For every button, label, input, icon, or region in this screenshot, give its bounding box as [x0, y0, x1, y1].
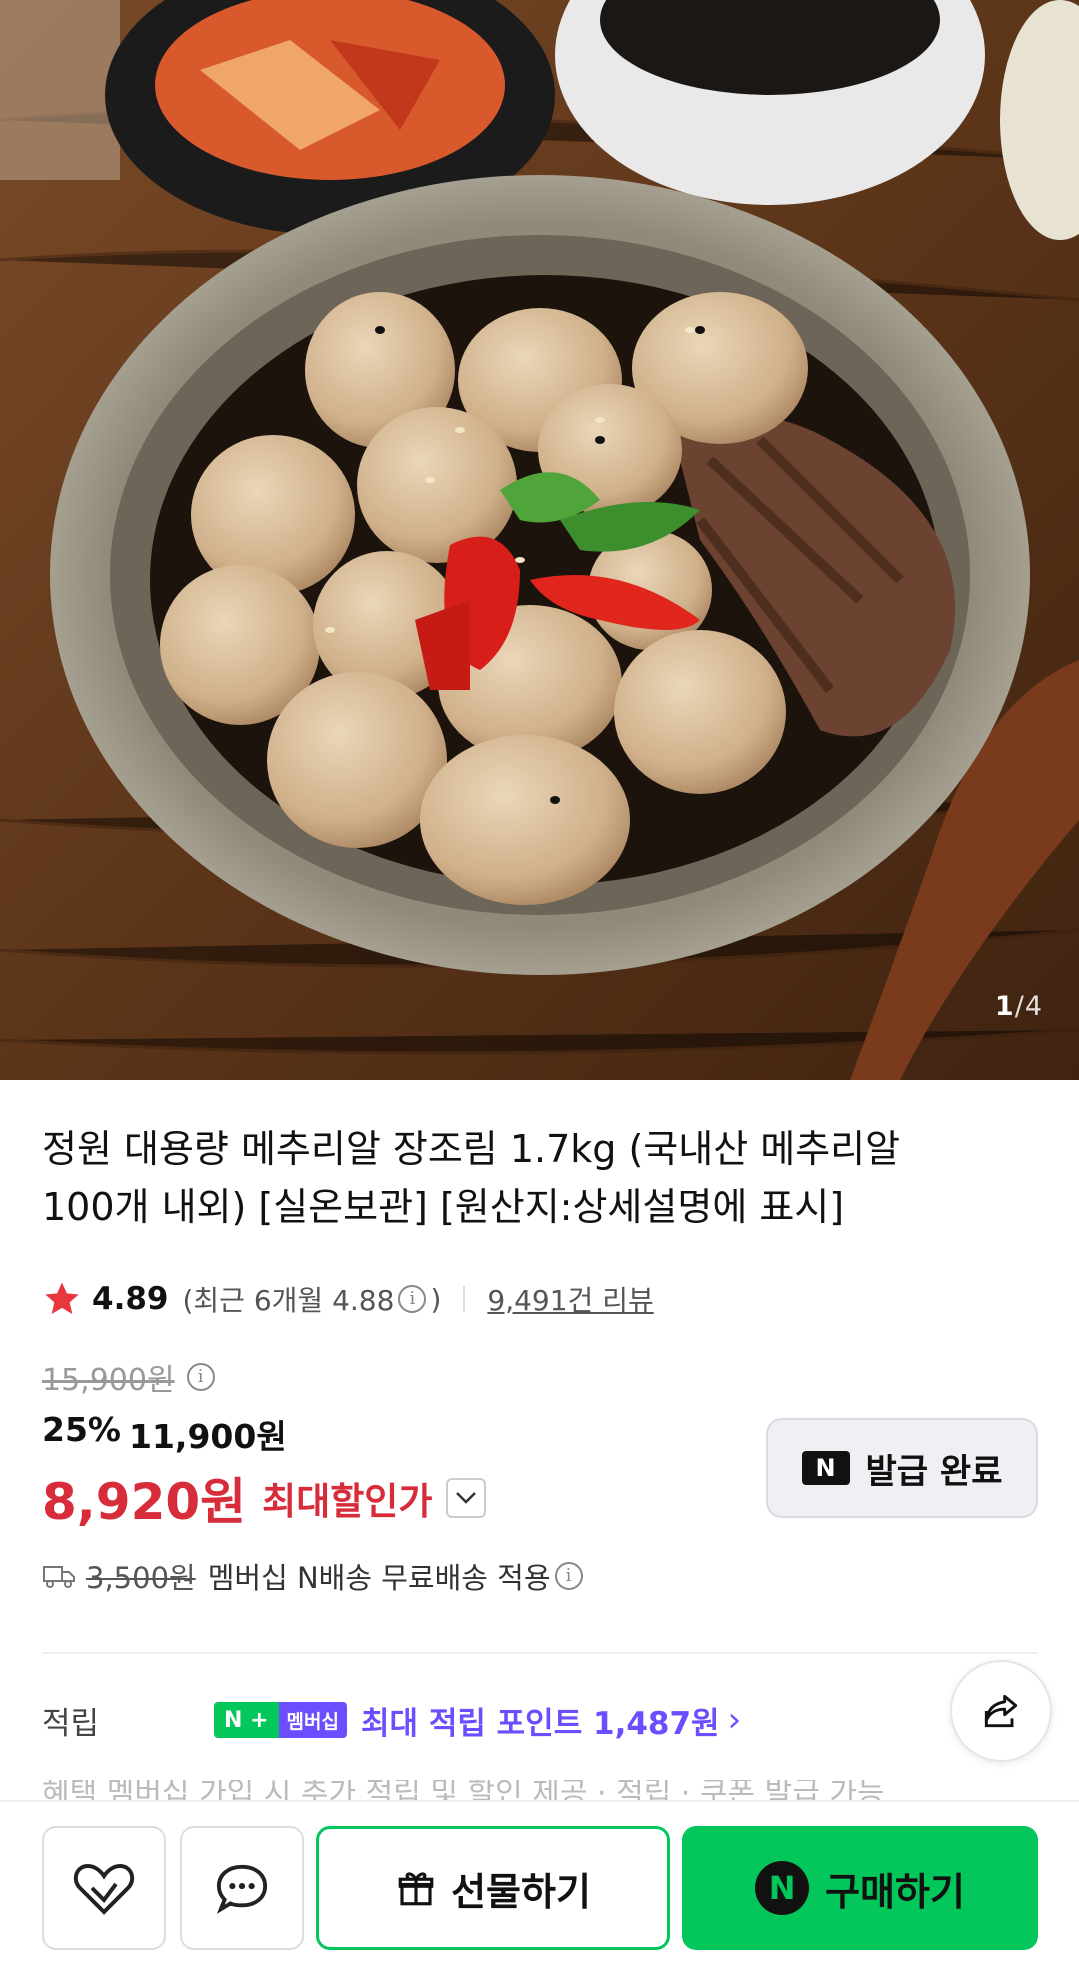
product-title: 정원 대용량 메추리알 장조림 1.7kg (국내산 메추리알 100개 내외)… — [42, 1120, 1022, 1236]
chat-bubble-icon — [216, 1864, 268, 1914]
coupon-issued-button[interactable]: N 발급 완료 — [766, 1418, 1038, 1518]
buy-label: 구매하기 — [825, 1869, 965, 1914]
naver-pay-n-icon: N — [755, 1861, 810, 1915]
delivery-info-icon[interactable]: i — [554, 1562, 583, 1590]
share-button[interactable] — [950, 1660, 1052, 1762]
share-icon — [984, 1694, 1018, 1728]
rating-score: 4.89 — [92, 1281, 169, 1317]
sale-price: 11,900원 — [129, 1417, 287, 1456]
original-price-row: 15,900원 i — [42, 1355, 219, 1399]
image-counter-total: 4 — [1024, 991, 1043, 1022]
image-counter: 1/4 — [995, 991, 1043, 1022]
product-title-line1: 정원 대용량 메추리알 장조림 1.7kg (국내산 메추리알 — [42, 1127, 901, 1171]
rating-row: 4.89 (최근 6개월 4.88 i ) 9,491건 리뷰 — [42, 1275, 654, 1323]
n-plus-membership-badge: N + 멤버십 — [214, 1702, 347, 1738]
rating-divider — [463, 1286, 466, 1312]
membership-label: 멤버십 — [278, 1702, 347, 1738]
review-count-link[interactable]: 9,491건 리뷰 — [487, 1279, 653, 1319]
gift-icon — [398, 1872, 434, 1906]
recent-rating-close: ) — [430, 1282, 442, 1316]
chevron-right-icon: › — [727, 1700, 742, 1740]
wishlist-button[interactable] — [42, 1826, 166, 1950]
n-plus-logo: N + — [214, 1702, 279, 1738]
talk-button[interactable] — [180, 1826, 304, 1950]
points-label: 적립 — [42, 1705, 100, 1742]
max-discount-label: 최대할인가 — [262, 1480, 433, 1523]
image-counter-separator: / — [1014, 991, 1025, 1022]
star-icon — [45, 1282, 79, 1314]
info-icon[interactable]: i — [398, 1285, 427, 1313]
delivery-text: 멤버십 N배송 무료배송 적용 — [207, 1561, 551, 1595]
heart-icon — [73, 1863, 135, 1915]
buy-button[interactable]: N 구매하기 — [682, 1826, 1038, 1950]
discount-rate: 25% — [42, 1410, 121, 1449]
max-discount-toggle[interactable] — [446, 1478, 487, 1518]
naver-n-icon: N — [801, 1451, 850, 1485]
original-price: 15,900원 — [42, 1363, 175, 1398]
section-divider — [42, 1652, 1038, 1654]
price-info-icon[interactable]: i — [186, 1363, 215, 1391]
sale-price-row: 25% 11,900원 — [42, 1410, 287, 1458]
bottom-action-bar: 선물하기 N 구매하기 — [0, 1800, 1079, 1977]
product-image[interactable]: 1/4 — [0, 0, 1079, 1080]
max-discount-price: 8,920원 — [42, 1473, 247, 1531]
max-discount-row: 8,920원 최대할인가 — [42, 1462, 487, 1534]
coupon-label: 발급 완료 — [865, 1451, 1003, 1492]
next-info-row: 혜택 멤버십 가입 시 추가 적립 및 할인 제공 · 적립 · 쿠폰 발급 가… — [42, 1780, 1022, 1802]
recent-rating: (최근 6개월 4.88 i ) — [183, 1279, 442, 1319]
recent-rating-text: (최근 6개월 4.88 — [182, 1284, 395, 1317]
gift-label: 선물하기 — [451, 1869, 591, 1914]
product-title-line2: 100개 내외) [실온보관] [원산지:상세설명에 표시] — [42, 1185, 845, 1229]
image-counter-current: 1 — [994, 991, 1015, 1022]
chevron-down-icon — [456, 1492, 477, 1504]
next-info-text: 혜택 멤버십 가입 시 추가 적립 및 할인 제공 · 적립 · 쿠폰 발급 가… — [42, 1780, 885, 1802]
points-row[interactable]: 적립 N + 멤버십 최대 적립 포인트 1,487원 › — [42, 1690, 741, 1750]
gift-button[interactable]: 선물하기 — [316, 1826, 670, 1950]
delivery-row: 3,500원 멤버십 N배송 무료배송 적용 i — [42, 1555, 587, 1597]
truck-icon — [43, 1566, 75, 1588]
food-photo — [0, 0, 1079, 1080]
max-points-text: 최대 적립 포인트 1,487원 — [360, 1705, 720, 1742]
delivery-original-fee: 3,500원 — [86, 1561, 196, 1595]
